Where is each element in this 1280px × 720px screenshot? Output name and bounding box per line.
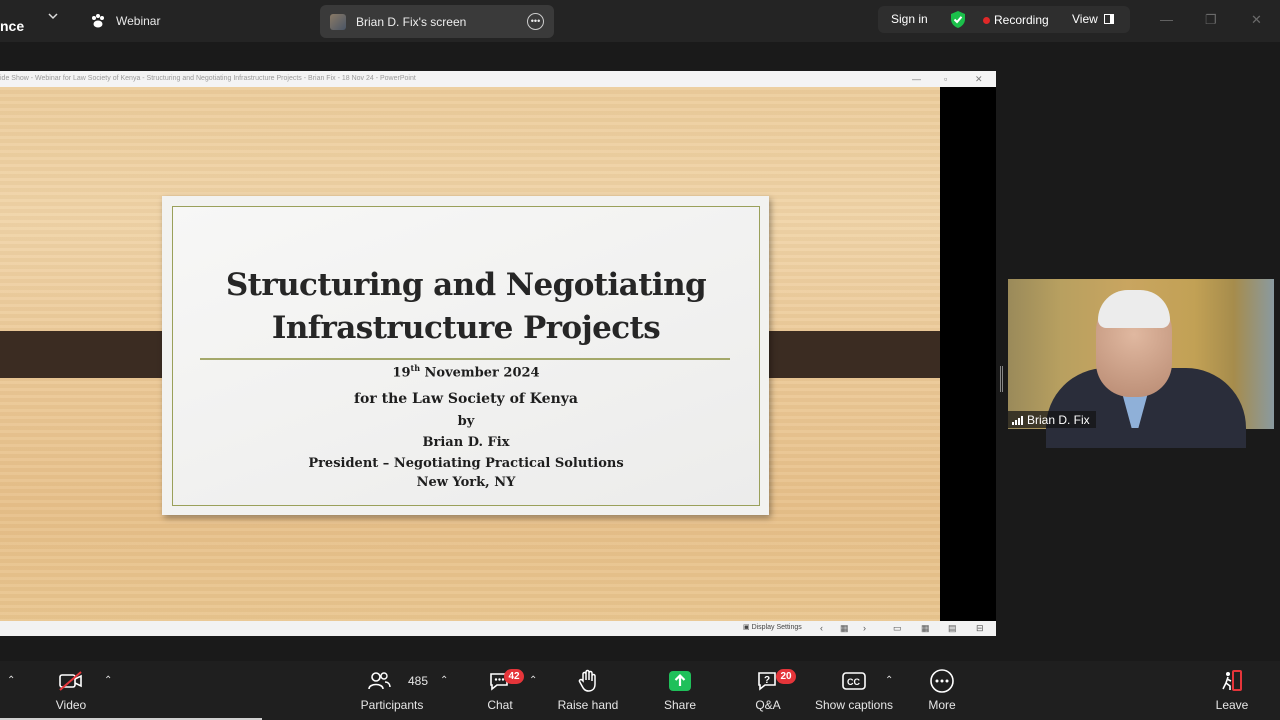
video-off-icon [59, 671, 82, 691]
view-label: View [1072, 12, 1098, 26]
share-screen-icon [669, 671, 691, 691]
next-slide-icon[interactable]: › [863, 622, 866, 634]
sorter-view-icon[interactable]: ▦ [921, 622, 930, 634]
participants-caret-icon[interactable]: ⌃ [440, 675, 448, 686]
video-button[interactable]: Video [31, 667, 111, 712]
share-label: Share [663, 698, 697, 712]
slide-title-line-2: Infrastructure Projects [271, 310, 661, 346]
webinar-label: Webinar [116, 14, 161, 28]
sign-in-button[interactable]: Sign in [891, 12, 928, 26]
qa-badge: 20 [776, 669, 796, 684]
chat-caret-icon[interactable]: ⌃ [529, 675, 537, 686]
slide-location: New York, NY [416, 475, 516, 490]
reading-view-icon[interactable]: ▤ [948, 622, 957, 634]
chevron-down-icon[interactable] [48, 12, 58, 23]
more-icon [930, 669, 954, 693]
chat-button[interactable]: Chat [460, 667, 540, 712]
slide-author: Brian D. Fix [422, 435, 510, 450]
chat-label: Chat [487, 698, 513, 712]
share-button[interactable]: Share [640, 667, 720, 712]
ppt-close-icon[interactable]: ✕ [975, 71, 983, 87]
screen-share-pill[interactable]: Brian D. Fix's screen ••• [320, 5, 554, 38]
svg-text:?: ? [764, 675, 770, 686]
slide-title-line-1: Structuring and Negotiating [225, 267, 707, 303]
slide-divider [200, 358, 730, 360]
participants-icon [368, 672, 391, 690]
close-window-icon[interactable]: ✕ [1251, 12, 1262, 28]
paw-icon [92, 14, 104, 28]
ppt-restore-icon[interactable]: ▫ [944, 71, 947, 87]
raise-hand-button[interactable]: Raise hand [548, 667, 628, 712]
date-rest: November 2024 [420, 365, 540, 381]
svg-text:CC: CC [847, 677, 860, 687]
view-layout-icon [1103, 14, 1114, 24]
qa-label: Q&A [755, 698, 781, 712]
zoom-window: nce Webinar Brian D. Fix's screen ••• Si… [0, 0, 1280, 720]
app-name: nce [0, 18, 25, 34]
view-button[interactable]: View [1072, 12, 1114, 26]
participants-count: 485 [408, 674, 429, 688]
more-options-icon[interactable]: ••• [527, 13, 544, 30]
normal-view-icon[interactable]: ▭ [893, 622, 902, 634]
slide-for-line: for the Law Society of Kenya [354, 391, 578, 407]
slide-by: by [457, 414, 475, 429]
display-settings-button[interactable]: ▣ Display Settings [743, 622, 802, 634]
right-accent-bar [748, 331, 940, 378]
captions-caret-icon[interactable]: ⌃ [885, 675, 893, 686]
video-label: Video [55, 698, 87, 712]
more-label: More [928, 698, 956, 712]
minimize-window-icon[interactable]: — [1160, 12, 1173, 27]
powerpoint-title-bar: ide Show - Webinar for Law Society of Ke… [0, 71, 996, 87]
slide-sorter-icon[interactable]: ▦ [840, 622, 849, 634]
more-button[interactable]: More [902, 667, 982, 712]
previous-slide-icon[interactable]: ‹ [820, 622, 823, 634]
ppt-minimize-icon[interactable]: — [912, 71, 921, 87]
slide-author-title: President – Negotiating Practical Soluti… [308, 456, 624, 471]
raise-hand-icon [578, 669, 596, 692]
closed-captions-icon: CC [842, 672, 866, 690]
shield-check-icon[interactable] [949, 10, 967, 29]
show-captions-button[interactable]: CC Show captions [814, 667, 894, 712]
leave-label: Leave [1215, 698, 1249, 712]
recording-dot-icon [983, 17, 990, 24]
left-accent-bar [0, 331, 182, 378]
presenter-thumbnail [330, 13, 346, 30]
leave-button[interactable]: Leave [1192, 667, 1272, 712]
leave-icon [1222, 670, 1242, 691]
audio-options-caret-icon[interactable]: ⌃ [7, 675, 15, 686]
qa-button[interactable]: ? Q&A [728, 667, 808, 712]
participant-name: Brian D. Fix [1027, 412, 1090, 427]
slide-title: Structuring and Negotiating Infrastructu… [172, 264, 760, 350]
slideshow-view-icon[interactable]: ⊟ [976, 622, 984, 634]
chat-badge: 42 [504, 669, 524, 684]
recording-label[interactable]: Recording [994, 13, 1049, 27]
display-settings-label: Display Settings [751, 624, 802, 631]
video-options-caret-icon[interactable]: ⌃ [104, 675, 112, 686]
raise-hand-label: Raise hand [557, 698, 619, 712]
date-day: 19 [392, 365, 411, 381]
powerpoint-title: ide Show - Webinar for Law Society of Ke… [0, 75, 416, 82]
screen-share-label: Brian D. Fix's screen [356, 14, 467, 29]
participants-label: Participants [360, 698, 424, 712]
participant-name-tag: Brian D. Fix [1008, 411, 1096, 428]
panel-splitter[interactable] [1000, 366, 1003, 392]
signal-strength-icon [1012, 415, 1023, 425]
maximize-window-icon[interactable]: ❐ [1205, 12, 1217, 28]
webinar-indicator: Webinar [90, 11, 160, 31]
date-suffix: th [410, 363, 421, 373]
slide-date: 19th November 2024 [172, 363, 760, 380]
show-captions-label: Show captions [814, 698, 894, 712]
